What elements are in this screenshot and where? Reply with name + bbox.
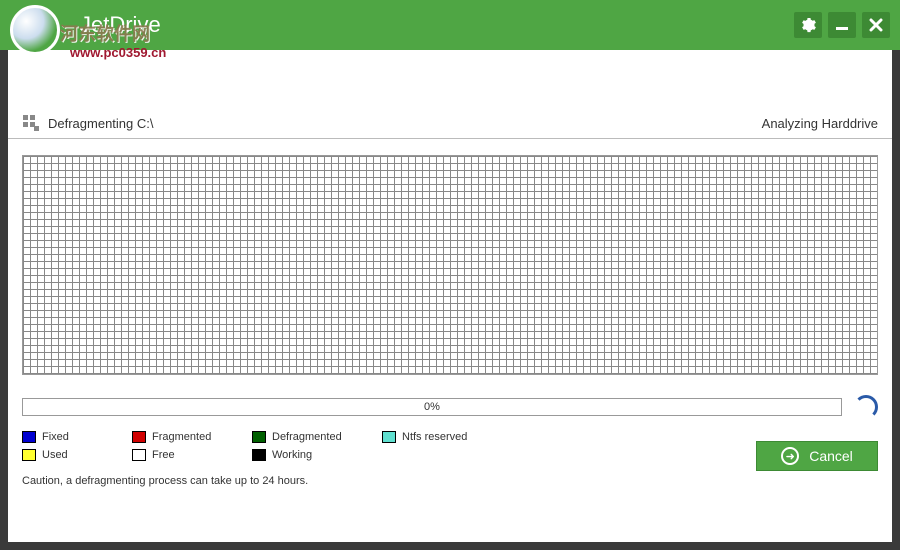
watermark-url: www.pc0359.cn [70,45,166,60]
legend-working-label: Working [272,449,312,461]
legend-ntfs-reserved: Ntfs reserved [382,431,532,443]
titlebar: 河东软件网 www.pc0359.cn JetDrive [0,0,900,50]
legend-used-label: Used [42,449,68,461]
legend-fixed: Fixed [22,431,132,443]
spinner-icon [854,395,878,419]
settings-button[interactable] [794,12,822,38]
legend-area: Fixed Fragmented Defragmented Ntfs reser… [8,431,892,467]
legend-defragmented: Defragmented [252,431,382,443]
swatch-defragmented [252,431,266,443]
status-right-text: Analyzing Harddrive [762,116,878,131]
swatch-free [132,449,146,461]
legend-free: Free [132,449,252,461]
status-left-text: Defragmenting C:\ [48,116,154,131]
minimize-button[interactable] [828,12,856,38]
watermark-text: 河东软件网 [60,20,150,46]
legend-used: Used [22,449,132,461]
arrow-right-icon: ➜ [781,447,799,465]
app-window: 河东软件网 www.pc0359.cn JetDrive Defra [0,0,900,550]
progress-bar: 0% [22,398,842,416]
cancel-button-label: Cancel [809,448,853,464]
grid-pattern [23,156,877,374]
legend-free-label: Free [152,449,175,461]
status-left: Defragmenting C:\ [22,114,154,132]
progress-row: 0% [8,387,892,431]
defrag-icon [22,114,40,132]
swatch-fragmented [132,431,146,443]
status-row: Defragmenting C:\ Analyzing Harddrive [8,50,892,139]
gear-icon [800,17,816,33]
swatch-ntfs-reserved [382,431,396,443]
legend-defragmented-label: Defragmented [272,431,342,443]
swatch-fixed [22,431,36,443]
legend-ntfs-reserved-label: Ntfs reserved [402,431,467,443]
minimize-icon [836,27,848,30]
close-button[interactable] [862,12,890,38]
caution-text: Caution, a defragmenting process can tak… [8,467,892,501]
content-area: Defragmenting C:\ Analyzing Harddrive 0%… [8,50,892,542]
close-icon [869,18,883,32]
legend-fragmented-label: Fragmented [152,431,211,443]
legend-fixed-label: Fixed [42,431,69,443]
legend-fragmented: Fragmented [132,431,252,443]
progress-percent: 0% [424,401,440,413]
legend-working: Working [252,449,382,461]
swatch-working [252,449,266,461]
window-controls [794,12,890,38]
swatch-used [22,449,36,461]
defrag-grid [22,155,878,375]
cancel-button[interactable]: ➜ Cancel [756,441,878,471]
legend-grid: Fixed Fragmented Defragmented Ntfs reser… [22,431,878,461]
